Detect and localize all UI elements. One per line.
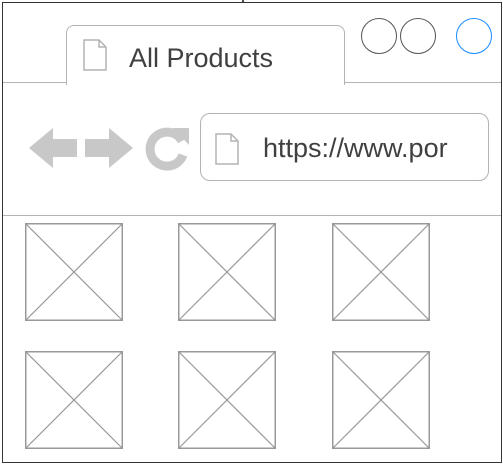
tab-bar: All Products: [3, 3, 501, 85]
arrow-right-icon[interactable]: [83, 125, 135, 171]
restore-button[interactable]: [400, 18, 436, 54]
maximize-button[interactable]: [456, 18, 492, 54]
address-url: https://www.por: [263, 133, 448, 163]
toolbar-divider: [3, 215, 501, 216]
page-icon: [215, 133, 239, 165]
address-bar[interactable]: https://www.por: [200, 113, 489, 181]
tab-label: All Products: [129, 43, 274, 73]
browser-window: All Products https://www.por: [2, 2, 502, 463]
page-icon: [83, 39, 107, 71]
reload-icon[interactable]: [143, 124, 191, 172]
product-image-placeholder-icon[interactable]: [25, 351, 123, 449]
minimize-button[interactable]: [361, 18, 397, 54]
tab-join: [67, 82, 344, 84]
tab-all-products[interactable]: All Products: [66, 25, 345, 85]
product-image-placeholder-icon[interactable]: [332, 223, 430, 321]
arrow-left-icon[interactable]: [27, 125, 79, 171]
product-image-placeholder-icon[interactable]: [178, 351, 276, 449]
product-image-placeholder-icon[interactable]: [25, 223, 123, 321]
product-image-placeholder-icon[interactable]: [178, 223, 276, 321]
product-image-placeholder-icon[interactable]: [332, 351, 430, 449]
